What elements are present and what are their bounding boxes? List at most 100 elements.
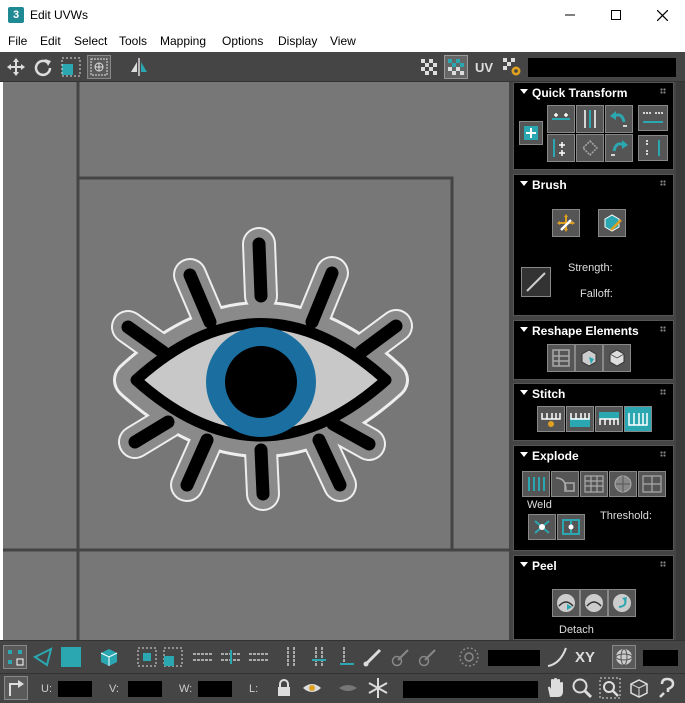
close-button[interactable]	[639, 0, 685, 30]
stitch-to-source-button[interactable]	[624, 406, 652, 432]
pan-button[interactable]	[543, 676, 567, 700]
falloff-type-button[interactable]	[545, 645, 569, 669]
collapse-arrow-icon[interactable]	[520, 181, 528, 186]
weld-selected-button[interactable]	[528, 514, 556, 540]
freeze-button[interactable]	[366, 676, 390, 700]
mirror-button[interactable]	[127, 55, 151, 79]
v-field[interactable]	[128, 681, 162, 697]
rollout-title[interactable]: Explode	[532, 449, 579, 463]
break-icon	[528, 477, 545, 491]
show-hidden-button[interactable]	[300, 676, 324, 700]
scale-button[interactable]	[59, 55, 83, 79]
polygon-mode-button[interactable]	[59, 645, 83, 669]
zoom-region-button[interactable]	[598, 676, 622, 700]
move-button[interactable]	[4, 55, 28, 79]
collapse-arrow-icon[interactable]	[520, 89, 528, 94]
hide-button[interactable]	[336, 676, 360, 700]
uv-viewport[interactable]	[3, 82, 509, 640]
checker-button[interactable]	[417, 55, 441, 79]
rollout-scrollbar[interactable]	[676, 82, 685, 640]
stitch-average-button[interactable]	[595, 406, 623, 432]
flatten-settings-button[interactable]	[638, 471, 666, 497]
coordinate-space-label[interactable]: XY	[575, 649, 595, 666]
element-mode-button[interactable]	[97, 645, 121, 669]
rotate-ccw-button[interactable]	[605, 105, 633, 133]
collapse-arrow-icon[interactable]	[520, 390, 528, 395]
collapse-arrow-icon[interactable]	[520, 562, 528, 567]
maximize-button[interactable]	[593, 0, 639, 30]
stitch-to-target-button[interactable]	[566, 406, 594, 432]
absolute-offset-button[interactable]	[4, 676, 28, 700]
menu-tools[interactable]: Tools	[119, 34, 147, 48]
soft-selection-field[interactable]	[488, 650, 540, 666]
flatten-by-smoothing-button[interactable]	[609, 471, 637, 497]
rollout-title[interactable]: Brush	[532, 178, 567, 192]
paint-shrink-button[interactable]	[416, 645, 440, 669]
paint-grow-button[interactable]	[389, 645, 413, 669]
relax-settings-button[interactable]	[603, 344, 631, 372]
rollout-title[interactable]: Peel	[532, 559, 557, 573]
shrink-selection-button[interactable]	[161, 645, 185, 669]
grow-selection-button[interactable]	[135, 645, 159, 669]
rotate-button[interactable]	[31, 55, 55, 79]
align-to-edge-button[interactable]	[547, 134, 575, 162]
space-evenly-button[interactable]	[576, 134, 604, 162]
space-horizontal-button[interactable]	[638, 105, 668, 131]
align-horizontal-button[interactable]	[547, 105, 575, 133]
straighten-button[interactable]	[547, 344, 575, 372]
soft-selection-button[interactable]	[457, 645, 481, 669]
rollout-title[interactable]: Reshape Elements	[532, 324, 639, 338]
w-field[interactable]	[198, 681, 232, 697]
loop-grow-button[interactable]	[219, 645, 243, 669]
lock-selection-button[interactable]	[272, 676, 296, 700]
loop-shrink-button[interactable]	[247, 645, 271, 669]
ring-grow-button[interactable]	[307, 645, 331, 669]
space-vertical-button[interactable]	[638, 135, 668, 161]
align-vertical-button[interactable]	[576, 105, 604, 133]
peel-mode-button[interactable]	[580, 589, 608, 617]
flatten-grid-icon	[584, 475, 604, 493]
quick-peel-button[interactable]	[552, 589, 580, 617]
relax-button[interactable]	[575, 344, 603, 372]
help-button[interactable]	[655, 676, 679, 700]
menu-options[interactable]: Options	[222, 34, 263, 48]
zoom-extents-button[interactable]	[627, 676, 651, 700]
menu-edit[interactable]: Edit	[40, 34, 61, 48]
soft-select-limit-button[interactable]	[612, 645, 636, 669]
break-button[interactable]	[522, 471, 550, 497]
menu-mapping[interactable]: Mapping	[160, 34, 206, 48]
collapse-arrow-icon[interactable]	[520, 452, 528, 457]
rollout-title[interactable]: Stitch	[532, 387, 565, 401]
zoom-button[interactable]	[570, 676, 594, 700]
vertex-mode-button[interactable]	[3, 645, 27, 669]
collapse-arrow-icon[interactable]	[520, 327, 528, 332]
texture-dropdown[interactable]	[528, 58, 676, 77]
weld-target-button[interactable]	[557, 514, 585, 540]
flatten-button[interactable]	[580, 471, 608, 497]
stitch-custom-button[interactable]	[537, 406, 565, 432]
reset-peel-button[interactable]	[608, 589, 636, 617]
checker-settings-button[interactable]	[500, 55, 524, 79]
rollout-title[interactable]: Quick Transform	[532, 86, 627, 100]
ring-button[interactable]	[279, 645, 303, 669]
menu-select[interactable]: Select	[74, 34, 107, 48]
u-field[interactable]	[58, 681, 92, 697]
named-selection-field[interactable]	[403, 681, 538, 698]
paint-move-button[interactable]	[552, 209, 580, 237]
rotate-cw-button[interactable]	[605, 134, 633, 162]
freeform-button[interactable]	[87, 55, 111, 79]
menu-file[interactable]: File	[8, 34, 27, 48]
checker-teal-button[interactable]	[444, 55, 468, 79]
paint-select-button[interactable]	[361, 645, 385, 669]
relax-brush-button[interactable]	[598, 209, 626, 237]
minimize-button[interactable]	[547, 0, 593, 30]
edge-mode-button[interactable]	[31, 645, 55, 669]
falloff-curve-button[interactable]	[521, 267, 551, 297]
set-pivot-button[interactable]	[519, 121, 543, 145]
loop-button[interactable]	[191, 645, 215, 669]
menu-display[interactable]: Display	[278, 34, 317, 48]
menu-view[interactable]: View	[330, 34, 356, 48]
ring-shrink-button[interactable]	[335, 645, 359, 669]
limit-field[interactable]	[643, 650, 678, 666]
detach-edge-button[interactable]	[551, 471, 579, 497]
